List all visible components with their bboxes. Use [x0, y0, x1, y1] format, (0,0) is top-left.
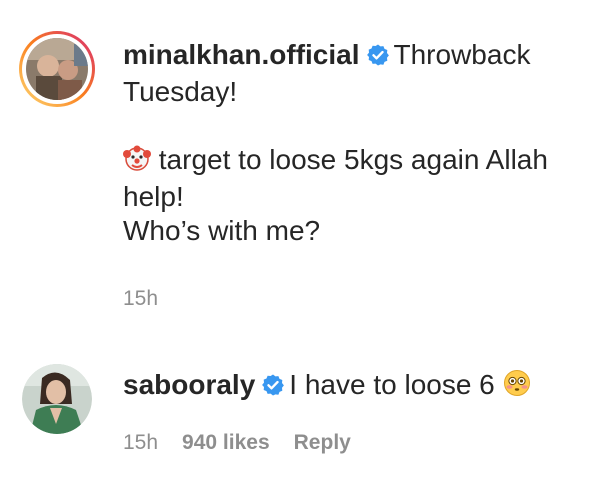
comment-timestamp[interactable]: 15h: [123, 287, 158, 310]
comment-text-first: Throwback: [393, 39, 531, 70]
comment-item: minalkhan.official Throwback Tuesday! tar…: [0, 0, 600, 330]
likes-count[interactable]: 940 likes: [182, 431, 270, 454]
comment-first-line: sabooraly I have to loose 6: [123, 368, 583, 405]
comment-item: sabooraly I have to loose 6 15h 940 likes R…: [0, 330, 600, 489]
comment-blank-line: [123, 109, 583, 143]
comment-username[interactable]: sabooraly: [123, 369, 255, 400]
comment-text-line: Tuesday!: [123, 76, 238, 107]
clown-face-icon: [123, 144, 151, 180]
comment-meta: 15h 940 likes Reply: [123, 431, 375, 455]
comment-body: minalkhan.official Throwback Tuesday! tar…: [123, 38, 583, 248]
comment-text-line: help!: [123, 181, 184, 212]
verified-badge-icon: [366, 41, 390, 75]
avatar[interactable]: [18, 30, 96, 108]
verified-badge-icon: [261, 371, 285, 405]
flushed-face-icon: [503, 369, 531, 405]
comment-first-line: minalkhan.official Throwback: [123, 38, 583, 75]
comment-username[interactable]: minalkhan.official: [123, 39, 360, 70]
comment-text: target to loose 5kgs again Allah: [158, 144, 548, 175]
avatar[interactable]: [22, 364, 92, 434]
comment-text-line: target to loose 5kgs again Allah: [123, 143, 583, 180]
comment-body: sabooraly I have to loose 6: [123, 368, 583, 405]
comment-text: I have to loose 6: [289, 369, 495, 400]
comment-text-line: Who’s with me?: [123, 215, 321, 246]
comment-meta: 15h: [123, 287, 182, 311]
comment-timestamp[interactable]: 15h: [123, 431, 158, 454]
reply-button[interactable]: Reply: [294, 431, 351, 454]
